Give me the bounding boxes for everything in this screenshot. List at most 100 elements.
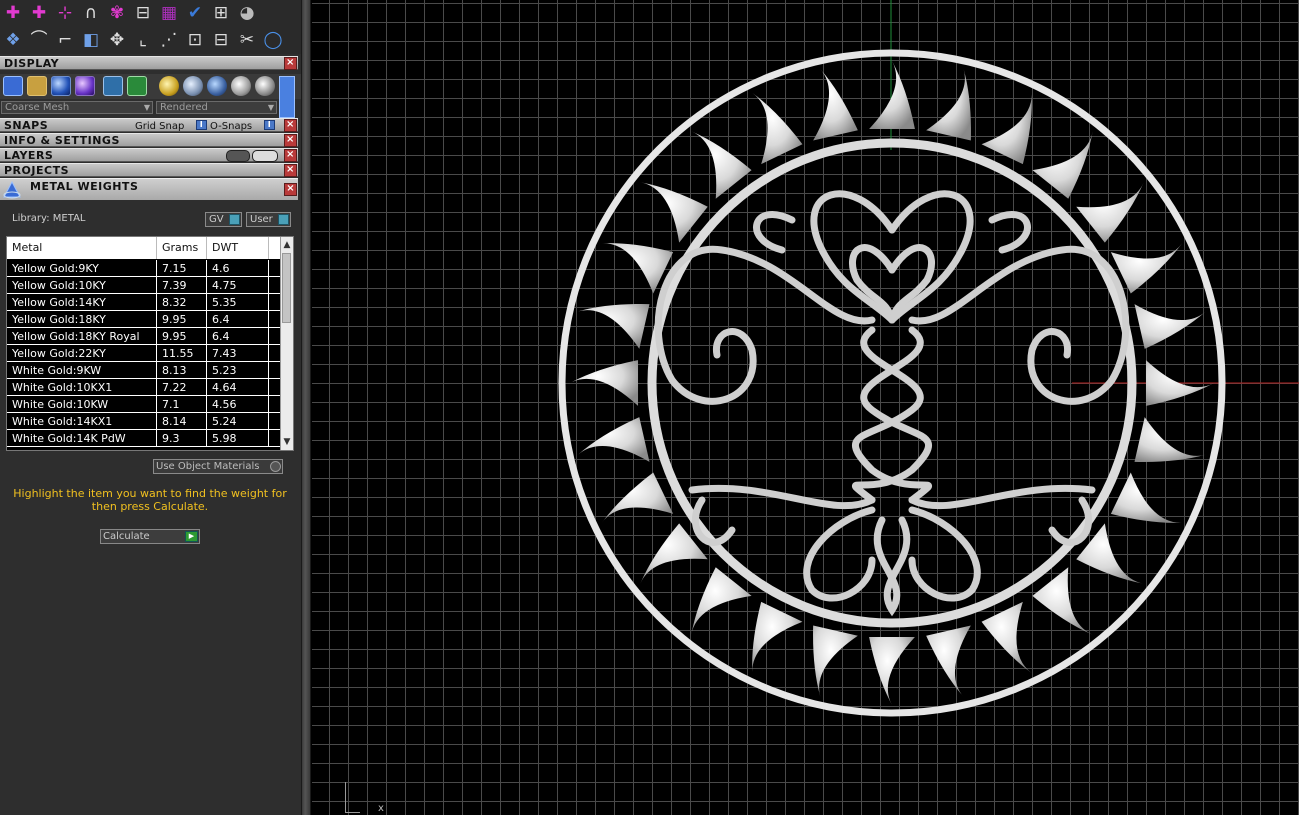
layers-header[interactable]: LAYERS × — [0, 148, 298, 162]
add-points-icon[interactable]: ✚ — [28, 3, 50, 25]
metal-name-cell: White Gold:14KX1 — [7, 413, 157, 430]
arc-icon[interactable]: ⌒ — [28, 30, 50, 52]
grid-toggle-icon[interactable] — [127, 76, 147, 96]
eye-icon[interactable] — [252, 150, 278, 162]
table-row[interactable]: Yellow Gold:14KY 8.32 5.35 — [7, 294, 283, 311]
corner-icon[interactable]: ⌞ — [132, 30, 154, 52]
close-icon[interactable]: × — [284, 134, 297, 147]
metal-name-cell: Yellow Gold:18KY — [7, 311, 157, 328]
panel-splitter[interactable] — [301, 0, 311, 815]
cubes-icon[interactable]: ❖ — [2, 30, 24, 52]
gold-material-icon[interactable] — [159, 76, 179, 96]
display-toggle-icon[interactable] — [279, 76, 295, 118]
metal-name-cell: White Gold:10KW — [7, 396, 157, 413]
add-point-icon[interactable]: ✚ — [2, 3, 24, 25]
projects-header[interactable]: PROJECTS × — [0, 163, 298, 177]
snaps-header[interactable]: SNAPS Grid Snap I O-Snaps I × — [0, 118, 298, 132]
close-icon[interactable]: × — [284, 57, 297, 70]
node-edit-icon[interactable]: ✾ — [106, 3, 128, 25]
table-row[interactable]: Yellow Gold:18KY 9.95 6.4 — [7, 311, 283, 328]
column-header-dwt[interactable]: DWT — [207, 237, 269, 259]
dwt-cell: 5.98 — [207, 430, 269, 447]
curve-icon[interactable]: ∩ — [80, 3, 102, 25]
minus-plus-icon[interactable]: ⊹ — [54, 3, 76, 25]
info-settings-title: INFO & SETTINGS — [4, 134, 120, 147]
checkmark-icon[interactable]: ✔ — [184, 3, 206, 25]
silver-material-icon[interactable] — [183, 76, 203, 96]
grid-select-icon[interactable]: ⊞ — [210, 3, 232, 25]
scale-icon[interactable]: ⊡ — [184, 30, 206, 52]
grams-cell: 7.1 — [157, 396, 207, 413]
dwt-cell: 5.23 — [207, 362, 269, 379]
grams-cell: 8.13 — [157, 362, 207, 379]
sphere-icon[interactable]: ◕ — [236, 3, 258, 25]
wireframe-icon[interactable] — [3, 76, 23, 96]
sun-ray — [869, 636, 915, 705]
close-icon[interactable]: × — [284, 183, 297, 196]
link-icon[interactable]: ⊟ — [132, 3, 154, 25]
texture-icon[interactable]: ▦ — [158, 3, 180, 25]
no-material-icon[interactable] — [255, 76, 275, 96]
mesh-mode-select[interactable]: Coarse Mesh ▼ — [1, 101, 153, 114]
scissors-icon[interactable]: ✂ — [236, 30, 258, 52]
table-row[interactable]: Yellow Gold:18KY Royal 9.95 6.4 — [7, 328, 283, 345]
gv-toggle[interactable]: GV — [205, 212, 242, 227]
table-scrollbar[interactable]: ▲ ▼ — [280, 237, 293, 450]
scroll-down-icon[interactable]: ▼ — [281, 436, 293, 448]
metal-name-cell: Yellow Gold:9KY — [7, 260, 157, 277]
close-icon[interactable]: × — [284, 164, 297, 177]
scroll-up-icon[interactable]: ▲ — [281, 239, 293, 251]
calculate-button[interactable]: Calculate ▶ — [100, 529, 200, 544]
dwt-cell: 5.35 — [207, 294, 269, 311]
table-row[interactable]: White Gold:10KX1 7.22 4.64 — [7, 379, 283, 396]
sun-ray — [578, 304, 650, 349]
grid-snap-toggle[interactable]: I — [196, 120, 207, 130]
sun-ray — [1134, 304, 1206, 349]
user-toggle[interactable]: User — [246, 212, 291, 227]
move-icon[interactable]: ✥ — [106, 30, 128, 52]
mirror-icon[interactable]: ◧ — [80, 30, 102, 52]
fillet-icon[interactable]: ⌐ — [54, 30, 76, 52]
sun-ray — [981, 92, 1032, 165]
o-snaps-toggle[interactable]: I — [264, 120, 275, 130]
mesh-mode-value: Coarse Mesh — [5, 102, 70, 113]
table-row[interactable]: White Gold:14KX1 8.14 5.24 — [7, 413, 283, 430]
sun-ray — [1032, 567, 1093, 635]
column-header-metal[interactable]: Metal — [7, 237, 157, 259]
table-row[interactable]: White Gold:14K PdW 9.3 5.98 — [7, 430, 283, 447]
table-row[interactable]: White Gold:9KW 8.13 5.23 — [7, 362, 283, 379]
display-header[interactable]: DISPLAY × — [0, 56, 298, 70]
instruction-text: Highlight the item you want to find the … — [13, 487, 287, 513]
column-header-grams[interactable]: Grams — [157, 237, 207, 259]
shaded-sphere-icon[interactable] — [51, 76, 71, 96]
info-settings-header[interactable]: INFO & SETTINGS × — [0, 133, 298, 147]
sun-ray — [813, 625, 858, 697]
table-row[interactable]: White Gold:10KW 7.1 4.56 — [7, 396, 283, 413]
dwt-cell: 4.6 — [207, 260, 269, 277]
table-row[interactable]: Yellow Gold:22KY 11.55 7.43 — [7, 345, 283, 362]
scrollbar-thumb[interactable] — [282, 253, 291, 323]
left-panel: ✚ ✚ ⊹ ∩ ✾ ⊟ ▦ ✔ ⊞ ◕ ❖ ⌒ ⌐ ◧ ✥ ⌞ ⋰ ⊡ ⊟ ✂ … — [0, 0, 301, 815]
gem-material-icon[interactable] — [207, 76, 227, 96]
figure-icon[interactable] — [27, 76, 47, 96]
table-row[interactable]: Yellow Gold:10KY 7.39 4.75 — [7, 277, 283, 294]
sun-ray — [1076, 182, 1144, 243]
layer-visibility-icon[interactable] — [226, 150, 250, 162]
projects-title: PROJECTS — [4, 164, 69, 177]
close-icon[interactable]: × — [284, 149, 297, 162]
close-icon[interactable]: × — [284, 119, 297, 132]
split-icon[interactable]: ⊟ — [210, 30, 232, 52]
array-icon[interactable]: ⋰ — [158, 30, 180, 52]
table-row[interactable]: Yellow Gold:9KY 7.15 4.6 — [7, 260, 283, 277]
ring-icon[interactable]: ◯ — [262, 30, 284, 52]
display-title: DISPLAY — [4, 57, 60, 70]
3d-viewport[interactable]: x — [312, 0, 1299, 815]
globe-icon[interactable] — [103, 76, 123, 96]
render-mode-select[interactable]: Rendered ▼ — [156, 101, 277, 114]
rendered-sphere-icon[interactable] — [75, 76, 95, 96]
chrome-material-icon[interactable] — [231, 76, 251, 96]
metal-weights-header[interactable]: METAL WEIGHTS × — [0, 178, 298, 200]
use-object-materials-checkbox[interactable]: Use Object Materials — [153, 459, 283, 474]
sun-ray — [752, 92, 803, 165]
sun-ray — [813, 69, 858, 141]
